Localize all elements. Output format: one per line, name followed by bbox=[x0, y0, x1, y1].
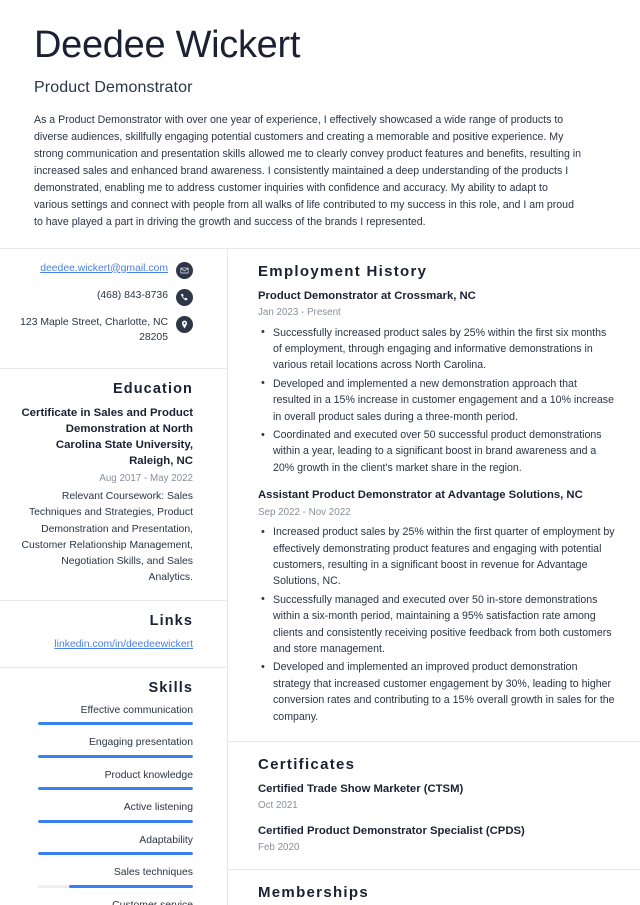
employment-date: Sep 2022 - Nov 2022 bbox=[258, 506, 351, 518]
contact-block: deedee.wickert@gmail.com (468) 843-8736 … bbox=[0, 249, 227, 368]
skill-item: Sales techniques bbox=[18, 866, 193, 888]
list-item: Developed and implemented a new demonstr… bbox=[258, 375, 616, 425]
employment-bullets: Successfully increased product sales by … bbox=[258, 324, 616, 477]
education-heading: Education bbox=[113, 380, 193, 397]
skill-label: Sales techniques bbox=[113, 867, 193, 879]
memberships-block: Memberships Product Marketing Associatio… bbox=[228, 870, 640, 905]
certificate-date: Oct 2021 bbox=[258, 800, 298, 812]
skills-heading: Skills bbox=[148, 679, 193, 696]
main-column: Employment History Product Demonstrator … bbox=[228, 249, 640, 905]
job-title: Product Demonstrator bbox=[34, 78, 193, 96]
skill-bar-fill bbox=[38, 754, 193, 758]
skill-item: Active listening bbox=[18, 801, 193, 823]
skill-bar-track bbox=[38, 722, 193, 726]
certificate-date: Feb 2020 bbox=[258, 842, 300, 854]
contact-phone-text: (468) 843-8736 bbox=[96, 289, 168, 301]
skill-label: Customer service bbox=[18, 899, 193, 905]
skill-bar-fill bbox=[69, 884, 193, 888]
skill-label: Product knowledge bbox=[104, 769, 193, 781]
list-item: Developed and implemented an improved pr… bbox=[258, 659, 616, 725]
contact-address-text: 123 Maple Street, Charlotte, NC 28205 bbox=[20, 316, 168, 343]
memberships-heading: Memberships bbox=[258, 883, 369, 901]
skill-item: Effective communication bbox=[18, 704, 193, 726]
list-item[interactable]: linkedin.com/in/deedeewickert bbox=[18, 637, 193, 653]
map-pin-icon bbox=[176, 315, 193, 333]
education-block: Education Certificate in Sales and Produ… bbox=[0, 369, 227, 600]
skill-bar-track bbox=[38, 819, 193, 823]
resume-header: Deedee Wickert Product Demonstrator As a… bbox=[0, 0, 640, 248]
list-item: Successfully managed and executed over 5… bbox=[258, 591, 616, 658]
certificates-block: Certificates Certified Trade Show Market… bbox=[228, 742, 640, 869]
employment-title: Assistant Product Demonstrator at Advant… bbox=[258, 489, 583, 502]
skill-label: Effective communication bbox=[80, 704, 193, 716]
list-item: Increased product sales by 25% within th… bbox=[258, 524, 616, 590]
employment-bullets: Increased product sales by 25% within th… bbox=[258, 524, 616, 725]
employment-block: Employment History Product Demonstrator … bbox=[228, 249, 640, 741]
employment-list: Product Demonstrator at Crossmark, NC Jan… bbox=[258, 289, 616, 725]
skill-bar-fill bbox=[38, 819, 193, 823]
contact-phone-row[interactable]: (468) 843-8736 bbox=[18, 288, 193, 306]
employment-heading: Employment History bbox=[258, 262, 428, 280]
certificates-list: Certified Trade Show Marketer (CTSM) Oct … bbox=[258, 782, 616, 855]
skill-label: Adaptability bbox=[139, 834, 193, 846]
envelope-icon bbox=[176, 261, 193, 279]
skill-label: Engaging presentation bbox=[89, 737, 193, 749]
certificate-title: Certified Trade Show Marketer (CTSM) bbox=[258, 783, 464, 796]
employment-entry: Assistant Product Demonstrator at Advant… bbox=[258, 488, 616, 725]
list-item: Coordinated and executed over 50 success… bbox=[258, 427, 616, 476]
sidebar: deedee.wickert@gmail.com (468) 843-8736 … bbox=[0, 248, 228, 905]
phone-icon bbox=[176, 288, 193, 306]
links-block: Links linkedin.com/in/deedeewickert bbox=[0, 601, 227, 667]
employment-entry: Product Demonstrator at Crossmark, NC Jan… bbox=[258, 289, 616, 477]
skill-bar-fill bbox=[38, 787, 193, 791]
certificate-entry: Certified Trade Show Marketer (CTSM) Oct … bbox=[258, 782, 616, 813]
skills-list: Effective communication Engaging presenta… bbox=[18, 704, 193, 905]
list-item: Successfully increased product sales by … bbox=[258, 324, 616, 374]
skill-bar-track bbox=[38, 852, 193, 856]
skill-bar-track bbox=[38, 754, 193, 758]
education-title: Certificate in Sales and Product Demonst… bbox=[21, 406, 193, 468]
skill-label: Active listening bbox=[123, 802, 193, 814]
certificates-heading: Certificates bbox=[258, 756, 356, 774]
skill-item: Customer service bbox=[18, 899, 193, 905]
professional-summary: As a Product Demonstrator with over one … bbox=[34, 113, 582, 229]
skills-block: Skills Effective communication Engaging p… bbox=[0, 668, 227, 905]
email-link[interactable]: deedee.wickert@gmail.com bbox=[40, 263, 168, 274]
skill-bar-track bbox=[38, 884, 193, 888]
skill-bar-fill bbox=[38, 852, 193, 856]
resume-page: Deedee Wickert Product Demonstrator As a… bbox=[0, 0, 640, 905]
education-date: Aug 2017 - May 2022 bbox=[99, 472, 193, 484]
certificate-title: Certified Product Demonstrator Specialis… bbox=[258, 825, 525, 838]
employment-date: Jan 2023 - Present bbox=[258, 306, 341, 318]
skill-item: Product knowledge bbox=[18, 769, 193, 791]
linkedin-link[interactable]: linkedin.com/in/deedeewickert bbox=[54, 639, 193, 650]
resume-body: deedee.wickert@gmail.com (468) 843-8736 … bbox=[0, 248, 640, 905]
education-entry: Certificate in Sales and Product Demonst… bbox=[18, 405, 193, 586]
skill-bar-track bbox=[38, 787, 193, 791]
skill-bar-fill bbox=[38, 722, 193, 726]
skill-item: Engaging presentation bbox=[18, 736, 193, 758]
page-title: Deedee Wickert bbox=[34, 24, 301, 66]
employment-title: Product Demonstrator at Crossmark, NC bbox=[258, 289, 476, 302]
contact-address-row[interactable]: 123 Maple Street, Charlotte, NC 28205 bbox=[18, 315, 193, 345]
education-description: Relevant Coursework: Sales Techniques an… bbox=[21, 491, 193, 583]
skill-item: Adaptability bbox=[18, 834, 193, 856]
contact-email-row[interactable]: deedee.wickert@gmail.com bbox=[18, 261, 193, 279]
certificate-entry: Certified Product Demonstrator Specialis… bbox=[258, 824, 616, 855]
contact-email-text: deedee.wickert@gmail.com bbox=[40, 261, 168, 276]
links-heading: Links bbox=[149, 613, 193, 629]
